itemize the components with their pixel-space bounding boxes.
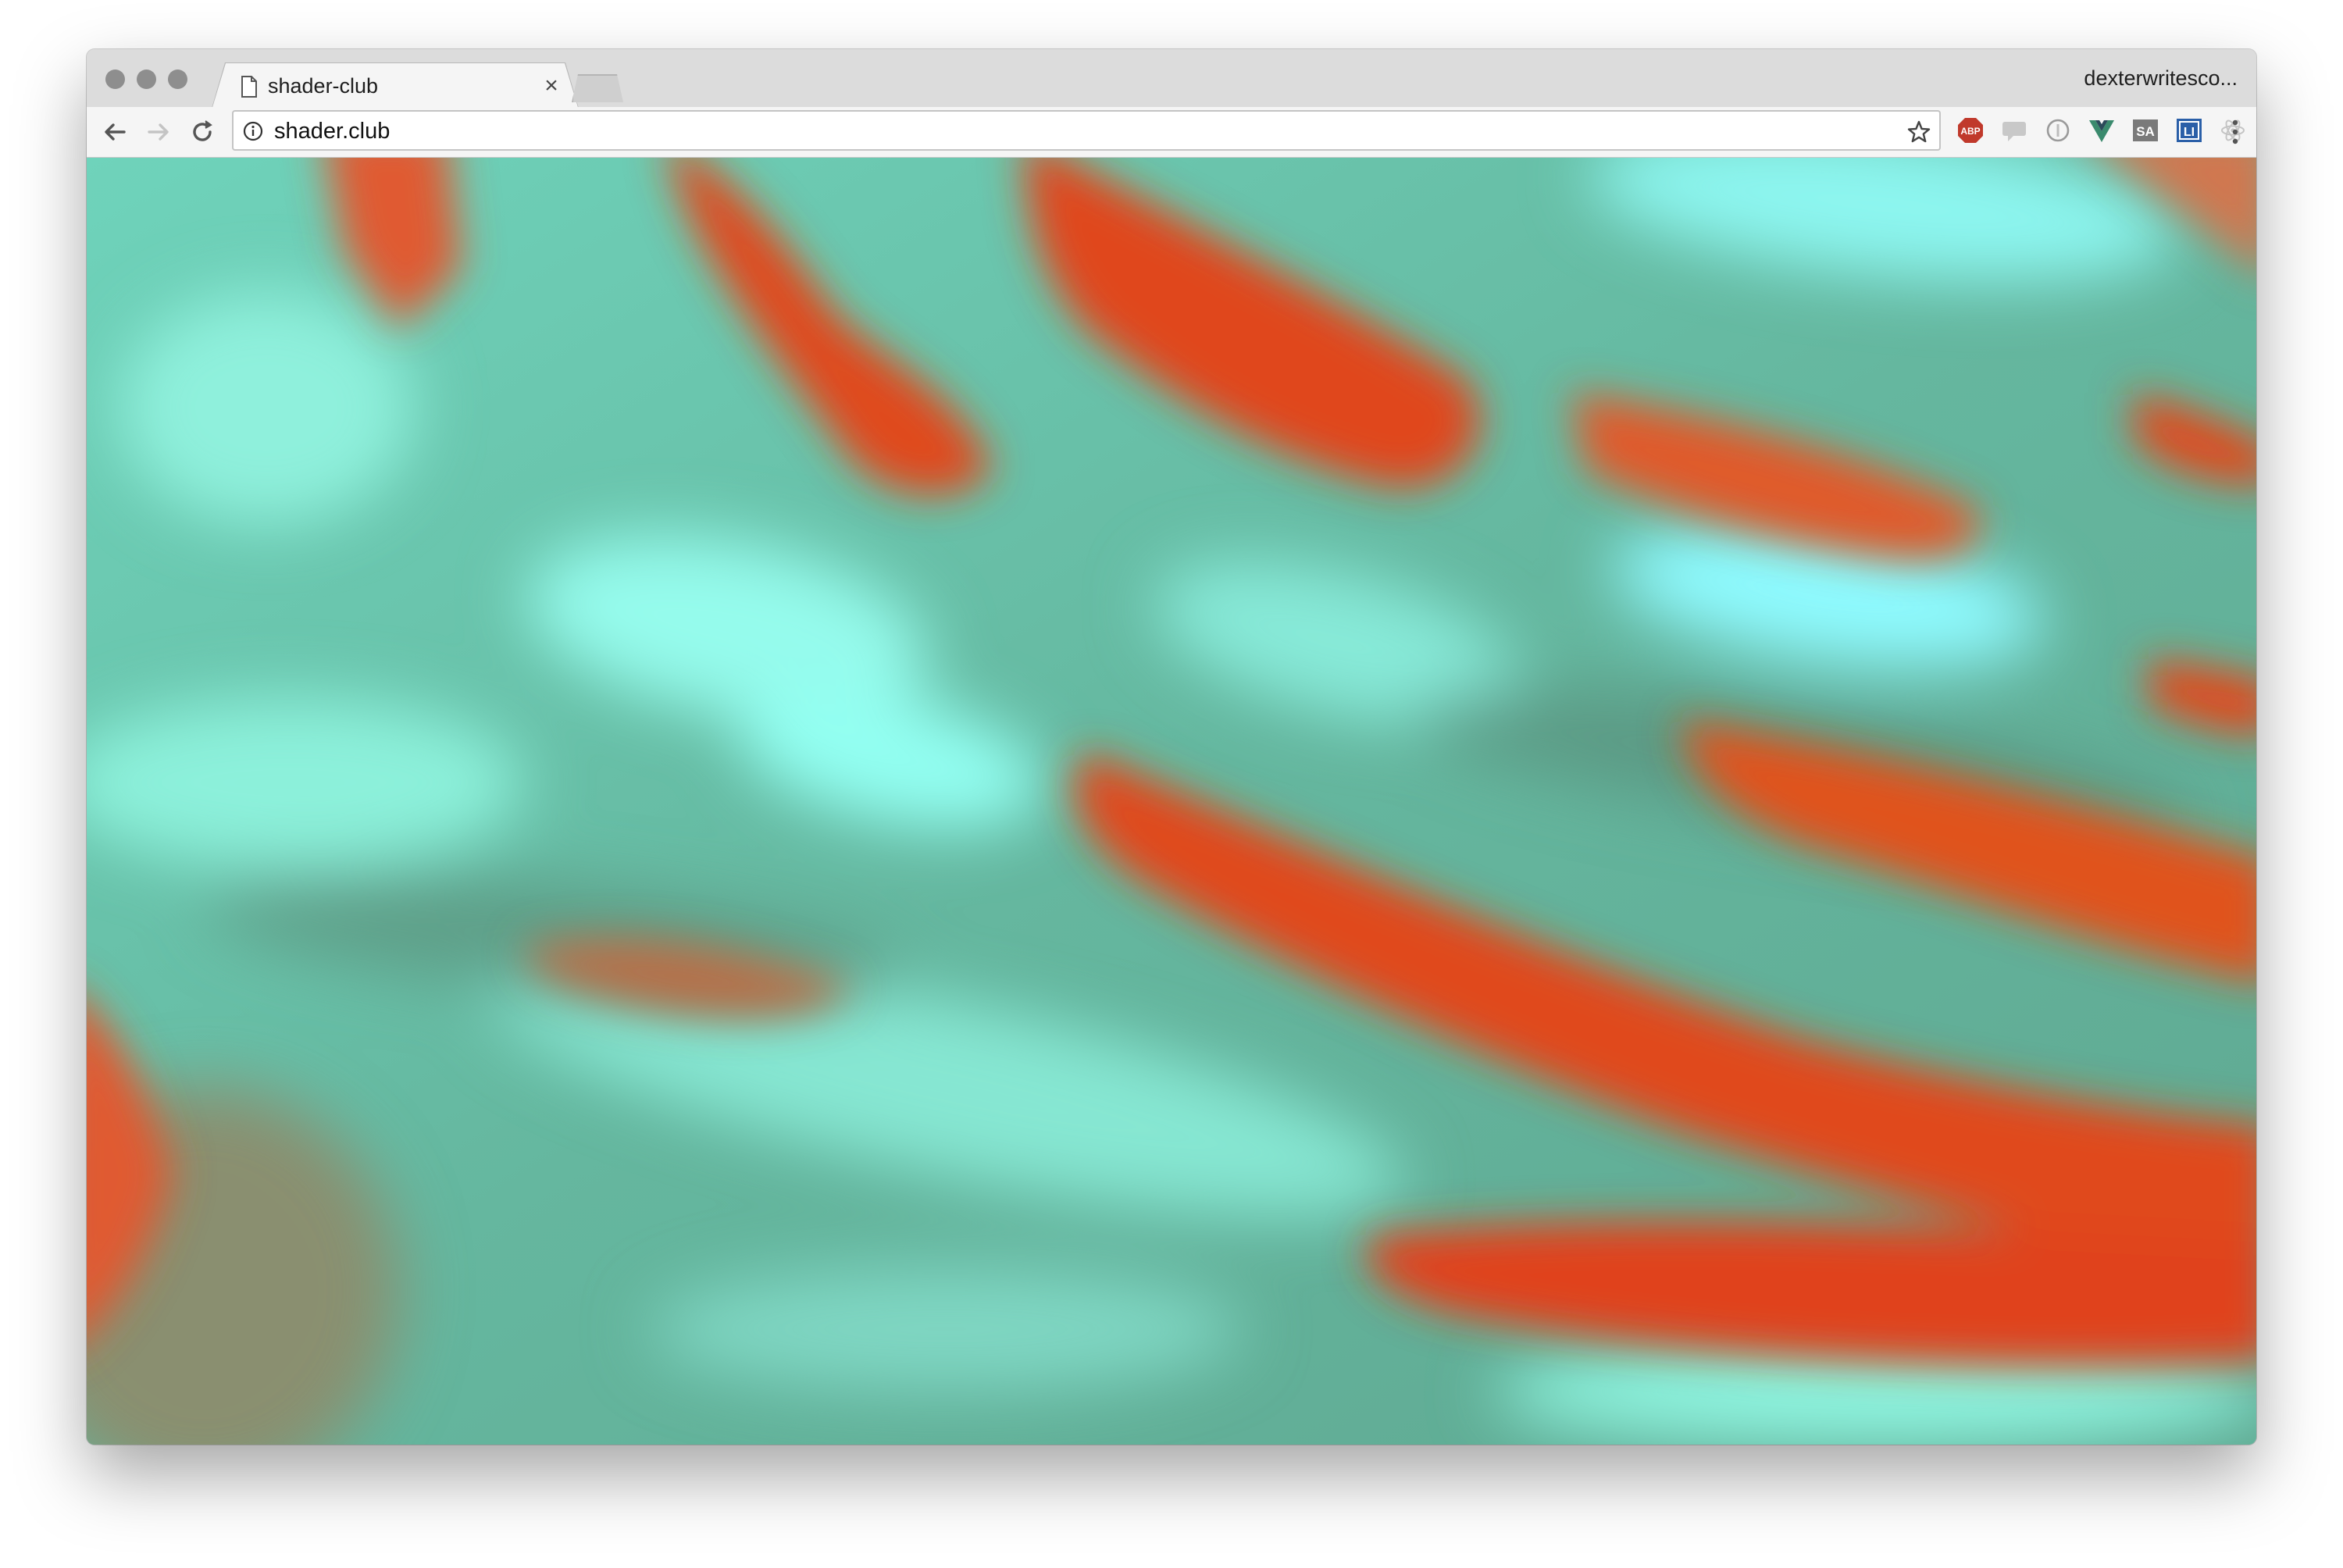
url-text[interactable]: shader.club [274,119,390,144]
svg-text:ABP: ABP [1960,126,1980,137]
zoom-window-button[interactable] [168,69,187,89]
tab-shader-club[interactable]: shader-club × [212,63,579,110]
reload-icon[interactable] [187,116,218,148]
tab-close-icon[interactable]: × [540,71,563,101]
profile-name[interactable]: dexterwritesco... [2084,66,2238,91]
shader-canvas[interactable] [87,158,2256,1445]
vue-devtools-icon[interactable] [2088,116,2116,144]
menu-kebab-icon[interactable] [2231,118,2239,146]
sa-extension-icon[interactable]: SA [2131,116,2159,144]
title-bar: shader-club × dexterwritesco... [87,49,2256,111]
info-icon[interactable] [243,121,263,141]
adblock-plus-icon[interactable]: ABP [1956,116,1985,144]
circle-extension-icon[interactable] [2044,116,2072,144]
toolbar: shader.club ABP SA LI [87,107,2256,158]
page-icon [241,76,257,98]
forward-icon[interactable] [143,116,174,148]
tab-title: shader-club [268,74,379,98]
chat-extension-icon[interactable] [2000,116,2028,144]
bookmark-star-icon[interactable] [1906,119,1931,144]
new-tab-button[interactable] [572,74,623,102]
shader-visual [87,158,2256,1445]
address-bar[interactable]: shader.club [232,110,1941,151]
browser-window: shader-club × dexterwritesco... shader.c… [87,49,2256,1445]
minimize-window-button[interactable] [137,69,156,89]
back-icon[interactable] [99,116,130,148]
li-extension-icon[interactable]: LI [2175,116,2203,144]
svg-text:SA: SA [2136,124,2155,139]
svg-text:LI: LI [2184,126,2195,139]
close-window-button[interactable] [105,69,125,89]
